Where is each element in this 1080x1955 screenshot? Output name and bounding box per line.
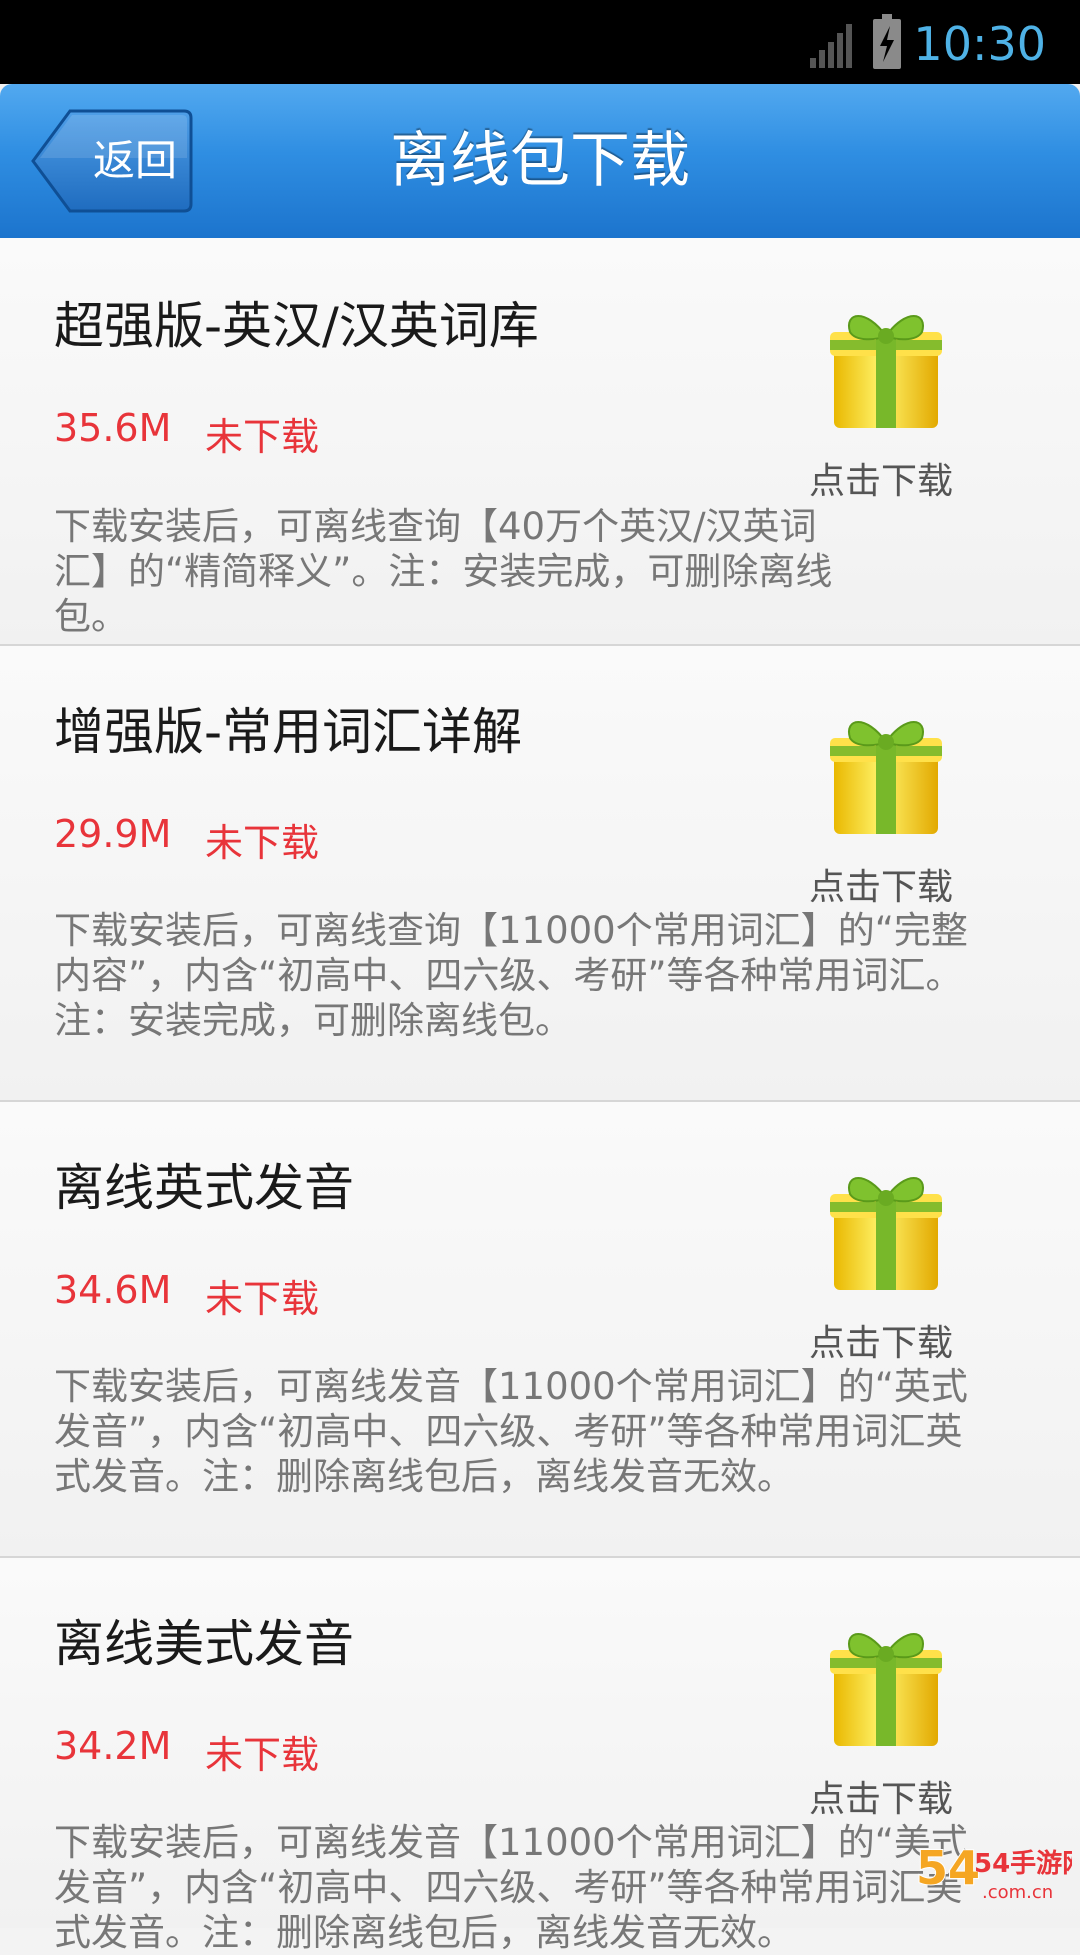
item-size: 29.9M: [54, 812, 172, 856]
item-status: 未下载: [205, 1733, 320, 1777]
watermark-text: 54手游网: [974, 1849, 1072, 1879]
item-size: 35.6M: [54, 406, 172, 450]
item-size: 34.2M: [54, 1724, 172, 1768]
list-item[interactable]: 离线英式发音 34.6M 未下载 下载安装后，可离线发音【11000个常用词汇】…: [0, 1102, 1080, 1558]
back-button[interactable]: 返回: [30, 108, 194, 214]
offline-package-list: 超强版-英汉/汉英词库 35.6M 未下载 下载安装后，可离线查询【40万个英汉…: [0, 238, 1080, 1954]
gift-icon[interactable]: [826, 1620, 946, 1750]
item-status: 未下载: [205, 415, 320, 459]
list-item[interactable]: 增强版-常用词汇详解 29.9M 未下载 下载安装后，可离线查询【11000个常…: [0, 646, 1080, 1102]
gift-icon[interactable]: [826, 302, 946, 432]
item-title: 离线美式发音: [54, 1615, 354, 1673]
item-title: 增强版-常用词汇详解: [54, 703, 523, 761]
item-description: 下载安装后，可离线发音【11000个常用词汇】的“英式发音”，内含“初高中、四六…: [54, 1365, 968, 1498]
item-description: 下载安装后，可离线查询【40万个英汉/汉英词汇】的“精简释义”。注：安装完成，可…: [54, 505, 833, 638]
item-status: 未下载: [205, 821, 320, 865]
clock-time: 10:30: [913, 17, 1046, 71]
download-button-label[interactable]: 点击下载: [806, 1314, 956, 1366]
title-bar: 离线包下载 返回: [0, 84, 1080, 238]
gift-icon[interactable]: [826, 1164, 946, 1294]
item-status: 未下载: [205, 1277, 320, 1321]
item-description: 下载安装后，可离线查询【11000个常用词汇】的“完整内容”，内含“初高中、四六…: [54, 909, 968, 1042]
back-button-label: 返回: [92, 136, 177, 185]
item-title: 离线英式发音: [54, 1159, 354, 1217]
download-button-label[interactable]: 点击下载: [806, 858, 956, 910]
item-description: 下载安装后，可离线发音【11000个常用词汇】的“美式发音”，内含“初高中、四六…: [54, 1821, 968, 1954]
item-size: 34.6M: [54, 1268, 172, 1312]
item-title: 超强版-英汉/汉英词库: [54, 297, 539, 355]
status-bar: 10:30: [0, 0, 1080, 84]
list-item[interactable]: 超强版-英汉/汉英词库 35.6M 未下载 下载安装后，可离线查询【40万个英汉…: [0, 238, 1080, 646]
battery-charging-icon: [873, 14, 901, 69]
svg-text:54: 54: [916, 1841, 980, 1895]
site-watermark-logo: 54 54手游网 .com.cn: [915, 1840, 1072, 1903]
watermark-subtext: .com.cn: [982, 1882, 1053, 1903]
download-button-label[interactable]: 点击下载: [806, 1770, 956, 1822]
download-button-label[interactable]: 点击下载: [806, 452, 956, 504]
signal-icon: [810, 24, 852, 68]
gift-icon[interactable]: [826, 708, 946, 838]
